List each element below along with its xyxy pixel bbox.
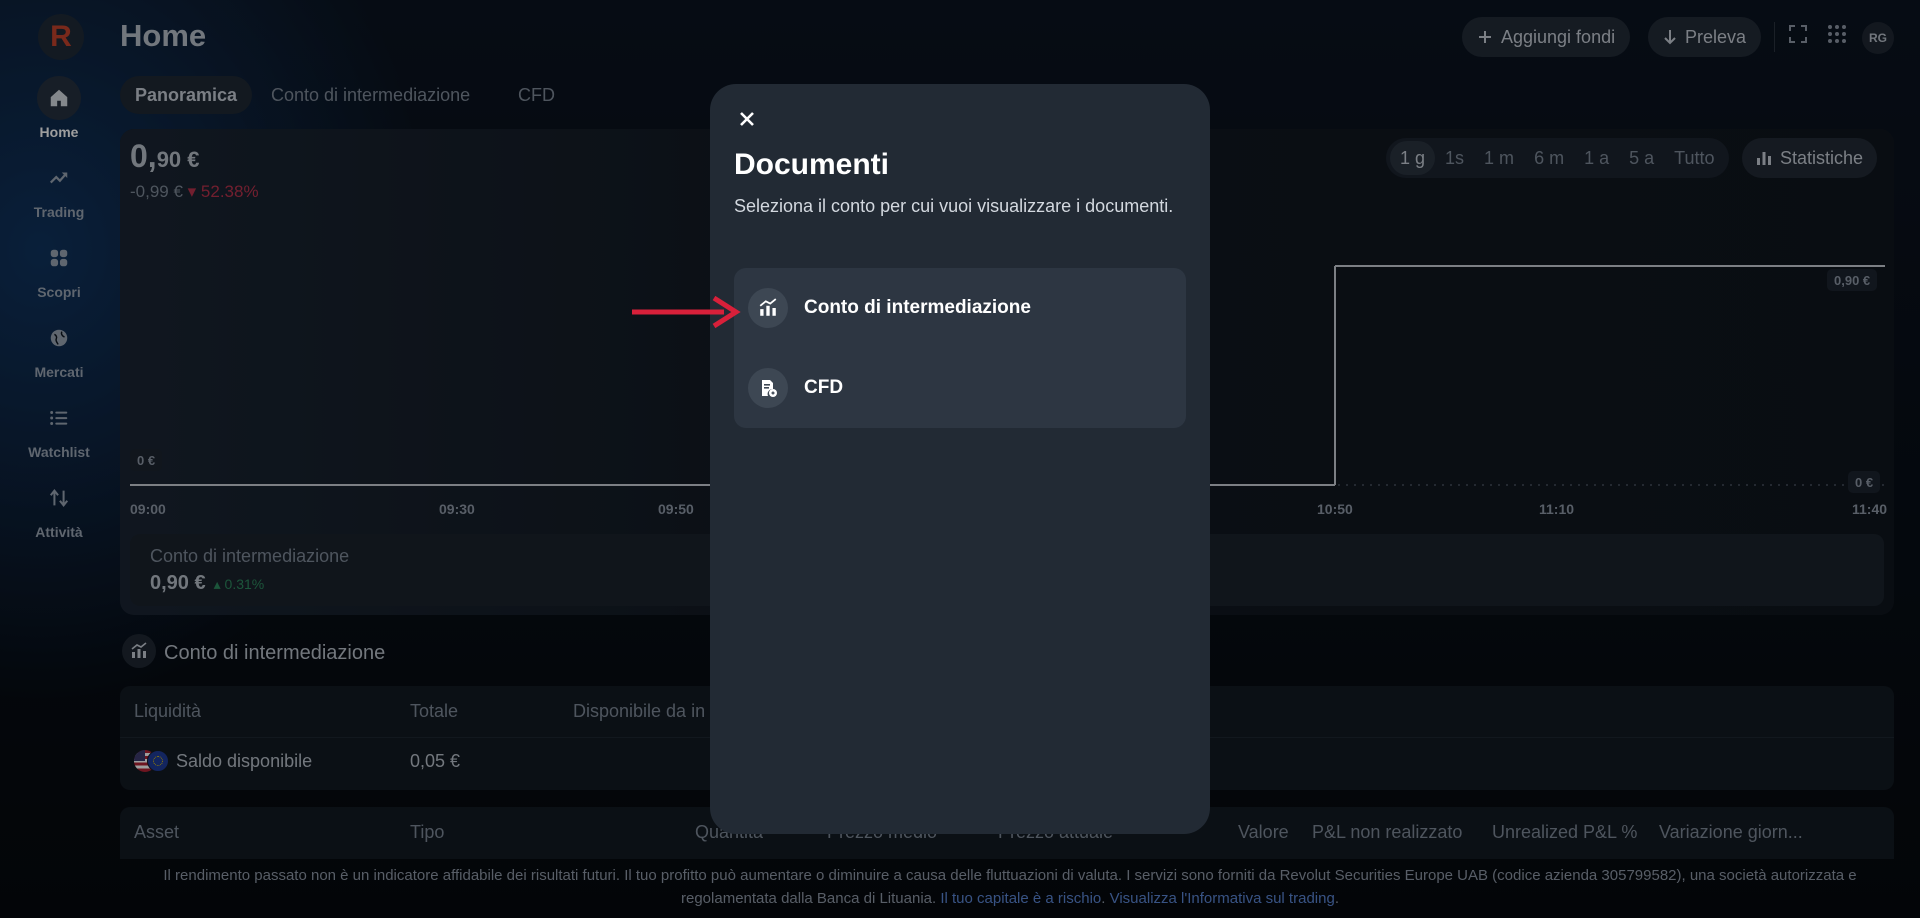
brokerage-chart-icon: [748, 288, 788, 328]
modal-subtitle: Seleziona il conto per cui vuoi visualiz…: [734, 196, 1174, 216]
account-options: Conto di intermediazione CFD: [734, 268, 1186, 428]
annotation-arrow: [632, 296, 741, 329]
documents-modal: Documenti Seleziona il conto per cui vuo…: [710, 84, 1210, 834]
option-cfd[interactable]: CFD: [734, 348, 1186, 428]
option-conto-intermediazione[interactable]: Conto di intermediazione: [734, 268, 1186, 348]
close-button[interactable]: [732, 104, 762, 134]
modal-title: Documenti: [734, 148, 890, 181]
cfd-document-icon: [748, 368, 788, 408]
close-icon: [740, 112, 754, 126]
